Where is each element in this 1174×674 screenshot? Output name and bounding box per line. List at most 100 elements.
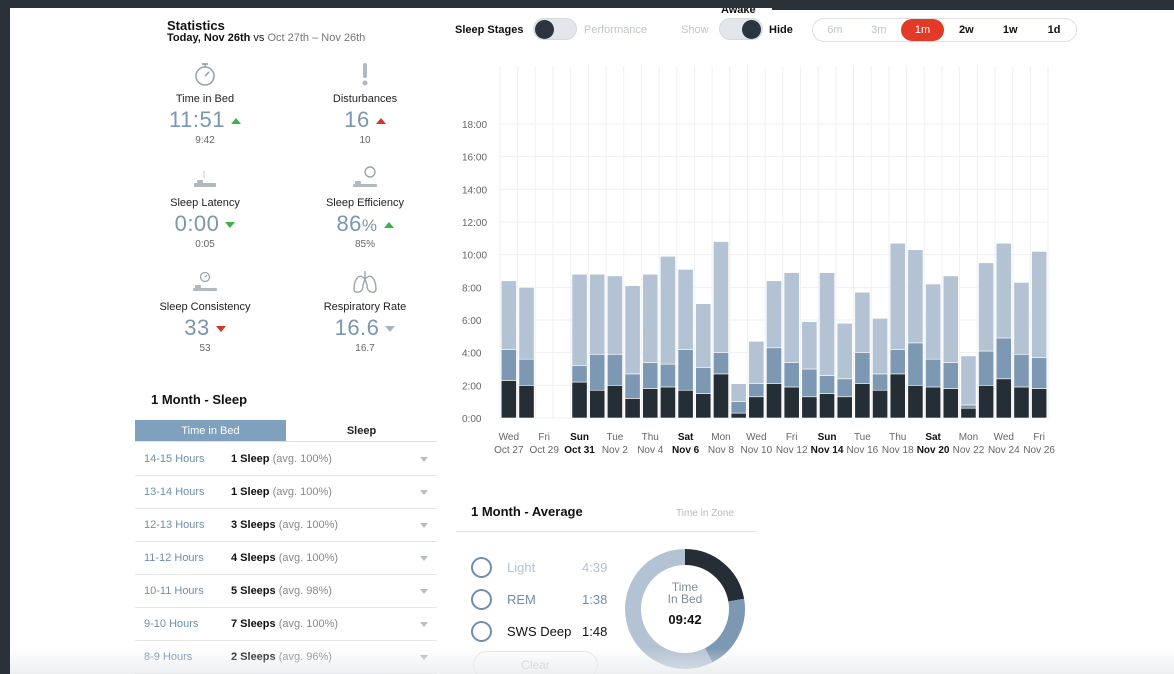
bar-segment[interactable]: [854, 291, 871, 353]
bar-segment[interactable]: [854, 352, 871, 384]
bar-segment[interactable]: [960, 404, 977, 409]
bar-segment[interactable]: [677, 269, 694, 350]
bar-segment[interactable]: [500, 280, 517, 350]
range-3m-button[interactable]: 3m: [857, 19, 901, 41]
bar-segment[interactable]: [571, 365, 588, 383]
awake-toggle[interactable]: [719, 18, 763, 40]
bar-segment[interactable]: [660, 363, 676, 388]
bar-segment[interactable]: [748, 383, 765, 398]
bar-segment[interactable]: [677, 349, 694, 391]
bar-segment[interactable]: [925, 283, 941, 360]
bar-segment[interactable]: [872, 389, 888, 419]
bar-segment[interactable]: [766, 383, 782, 419]
bar-segment[interactable]: [907, 249, 924, 344]
bar-segment[interactable]: [889, 242, 906, 350]
bar-segment[interactable]: [713, 373, 729, 419]
bar-segment[interactable]: [518, 385, 535, 419]
bar-segment[interactable]: [748, 396, 765, 419]
chevron-down-icon[interactable]: [411, 588, 437, 594]
bar-segment[interactable]: [819, 272, 835, 376]
bar-segment[interactable]: [660, 256, 676, 365]
legend-sws-deep[interactable]: SWS Deep 1:48: [471, 620, 621, 642]
bar-segment[interactable]: [607, 275, 623, 355]
bar-segment[interactable]: [783, 362, 800, 388]
bar-segment[interactable]: [872, 373, 888, 391]
list-item[interactable]: 14-15 Hours 1 Sleep (avg. 100%): [135, 443, 437, 476]
bar-segment[interactable]: [518, 358, 535, 386]
range-1m-button[interactable]: 1m: [900, 19, 945, 41]
bar-segment[interactable]: [695, 303, 712, 368]
bar-segment[interactable]: [978, 350, 995, 386]
bar-segment[interactable]: [907, 342, 924, 386]
bar-segment[interactable]: [995, 337, 1012, 380]
range-1d-button[interactable]: 1d: [1032, 19, 1076, 41]
bar-segment[interactable]: [907, 385, 924, 419]
range-2w-button[interactable]: 2w: [944, 19, 988, 41]
bar-segment[interactable]: [942, 388, 959, 419]
list-item[interactable]: 10-11 Hours 5 Sleeps (avg. 98%): [135, 575, 437, 608]
bar-segment[interactable]: [624, 398, 641, 419]
bar-segment[interactable]: [695, 393, 712, 419]
bar-segment[interactable]: [748, 340, 765, 385]
bar-segment[interactable]: [1031, 357, 1048, 389]
chevron-down-icon[interactable]: [411, 555, 437, 561]
bar-segment[interactable]: [942, 362, 959, 389]
bar-segment[interactable]: [978, 385, 995, 419]
range-1w-button[interactable]: 1w: [988, 19, 1032, 41]
chevron-down-icon[interactable]: [411, 654, 437, 660]
bar-segment[interactable]: [713, 352, 729, 375]
performance-label[interactable]: Performance: [584, 24, 647, 36]
bar-segment[interactable]: [500, 380, 517, 419]
list-item[interactable]: 8-9 Hours 2 Sleeps (avg. 96%): [135, 641, 437, 674]
bar-segment[interactable]: [607, 353, 623, 386]
list-item[interactable]: 9-10 Hours 7 Sleeps (avg. 100%): [135, 608, 437, 641]
bar-segment[interactable]: [925, 386, 941, 419]
bar-segment[interactable]: [624, 285, 641, 375]
bar-segment[interactable]: [571, 381, 588, 419]
range-6m-button[interactable]: 6m: [813, 19, 857, 41]
bar-segment[interactable]: [995, 242, 1012, 339]
bar-segment[interactable]: [836, 322, 853, 380]
bar-segment[interactable]: [995, 378, 1012, 419]
bar-segment[interactable]: [836, 378, 853, 398]
radio-circle-icon[interactable]: [471, 620, 492, 642]
bar-segment[interactable]: [766, 347, 782, 384]
bar-segment[interactable]: [889, 373, 906, 419]
list-item[interactable]: 11-12 Hours 4 Sleeps (avg. 100%): [135, 542, 437, 575]
bar-segment[interactable]: [836, 396, 853, 419]
bar-segment[interactable]: [500, 349, 517, 381]
list-item[interactable]: 12-13 Hours 3 Sleeps (avg. 100%): [135, 509, 437, 542]
bar-segment[interactable]: [730, 412, 747, 419]
bar-segment[interactable]: [589, 389, 606, 419]
show-label[interactable]: Show: [681, 24, 709, 36]
bar-segment[interactable]: [819, 375, 835, 394]
list-item[interactable]: 13-14 Hours 1 Sleep (avg. 100%): [135, 476, 437, 509]
bar-segment[interactable]: [1013, 282, 1030, 355]
legend-rem[interactable]: REM 1:38: [471, 588, 621, 610]
bar-segment[interactable]: [642, 273, 659, 363]
bar-segment[interactable]: [589, 273, 606, 355]
chevron-down-icon[interactable]: [411, 522, 437, 528]
bar-segment[interactable]: [642, 362, 659, 389]
bar-segment[interactable]: [872, 318, 888, 375]
bar-segment[interactable]: [801, 396, 818, 419]
bar-segment[interactable]: [677, 389, 694, 419]
bar-segment[interactable]: [801, 368, 818, 398]
bar-segment[interactable]: [642, 388, 659, 419]
legend-light[interactable]: Light 4:39: [471, 556, 621, 578]
bar-segment[interactable]: [1031, 388, 1048, 419]
hide-label[interactable]: Hide: [769, 24, 793, 36]
bar-segment[interactable]: [960, 355, 977, 406]
bar-segment[interactable]: [713, 241, 729, 353]
bar-segment[interactable]: [730, 383, 747, 402]
chevron-down-icon[interactable]: [411, 621, 437, 627]
bar-segment[interactable]: [1013, 353, 1030, 388]
bar-segment[interactable]: [960, 407, 977, 419]
radio-circle-icon[interactable]: [471, 556, 492, 578]
bar-segment[interactable]: [942, 275, 959, 363]
bar-segment[interactable]: [978, 262, 995, 352]
chevron-down-icon[interactable]: [411, 489, 437, 495]
radio-circle-icon[interactable]: [471, 588, 492, 610]
bar-segment[interactable]: [783, 386, 800, 419]
bar-segment[interactable]: [1031, 251, 1048, 358]
